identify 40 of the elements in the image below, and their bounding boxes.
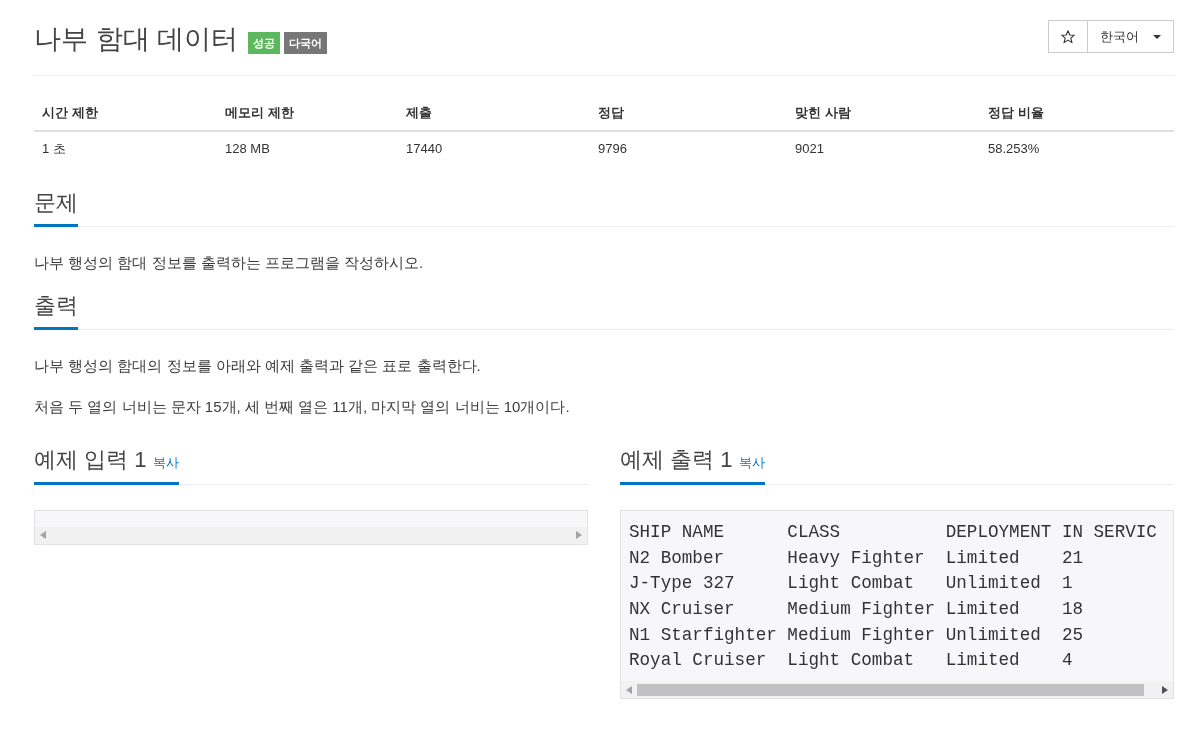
scrollbar-thumb[interactable] xyxy=(637,683,1144,696)
paragraph: 나부 행성의 함대 정보를 출력하는 프로그램을 작성하시오. xyxy=(34,253,425,274)
section-heading: 예제 입력 1 xyxy=(34,447,147,474)
label-badge: 다국어 xyxy=(284,31,327,54)
language-dropdown[interactable]: 한국어 xyxy=(1087,20,1174,53)
table-header: 시간 제한 xyxy=(34,95,217,132)
table-header: 제출 xyxy=(398,95,590,132)
table-cell: 58.253% xyxy=(980,131,1174,167)
section-heading: 문제 xyxy=(34,189,78,217)
table-cell: 9021 xyxy=(787,131,980,167)
horizontal-scrollbar[interactable] xyxy=(621,681,1173,699)
table-header: 정답 xyxy=(590,95,787,132)
code-line: SHIP NAME CLASS DEPLOYMENT IN SERVIC xyxy=(629,520,1158,544)
table-header: 정답 비율 xyxy=(980,95,1174,132)
table-header: 맞힌 사람 xyxy=(787,95,980,132)
paragraph: 처음 두 열의 너비는 문자 15개, 세 번째 열은 11개, 마지막 열의 너비는 10개이다. xyxy=(34,397,571,418)
code-line: Royal Cruiser Light Combat Limited 4 xyxy=(629,649,1074,673)
table-cell: 128 MB xyxy=(217,131,398,167)
code-line: N2 Bomber Heavy Fighter Limited 21 xyxy=(629,546,1084,570)
caret-icon xyxy=(1153,34,1161,39)
copy-link[interactable]: 복사 xyxy=(153,453,180,473)
code-line: J-Type 327 Light Combat Unlimited 1 xyxy=(629,572,1074,596)
table-cell: 9796 xyxy=(590,131,787,167)
page-title: 나부 함대 데이터 xyxy=(34,23,238,56)
table-cell: 1 초 xyxy=(34,131,217,167)
left-arrow-icon[interactable] xyxy=(626,685,632,694)
right-arrow-icon[interactable] xyxy=(1162,685,1168,694)
section-heading: 예제 출력 1 xyxy=(620,447,733,474)
code-line: N1 Starfighter Medium Fighter Unlimited 25 xyxy=(629,623,1084,647)
left-arrow-icon[interactable] xyxy=(40,531,46,540)
section-heading: 출력 xyxy=(34,293,78,320)
horizontal-scrollbar[interactable] xyxy=(35,526,587,544)
copy-link[interactable]: 복사 xyxy=(739,453,766,473)
code-line: NX Cruiser Medium Fighter Limited 18 xyxy=(629,597,1084,621)
label-badge: 성공 xyxy=(248,31,280,54)
table-cell: 17440 xyxy=(398,131,590,167)
paragraph: 나부 행성의 함대의 정보를 아래와 예제 출력과 같은 표로 출력한다. xyxy=(34,356,482,377)
table-header: 메모리 제한 xyxy=(217,95,398,132)
star-button[interactable] xyxy=(1048,20,1088,53)
star-icon xyxy=(1061,29,1075,44)
